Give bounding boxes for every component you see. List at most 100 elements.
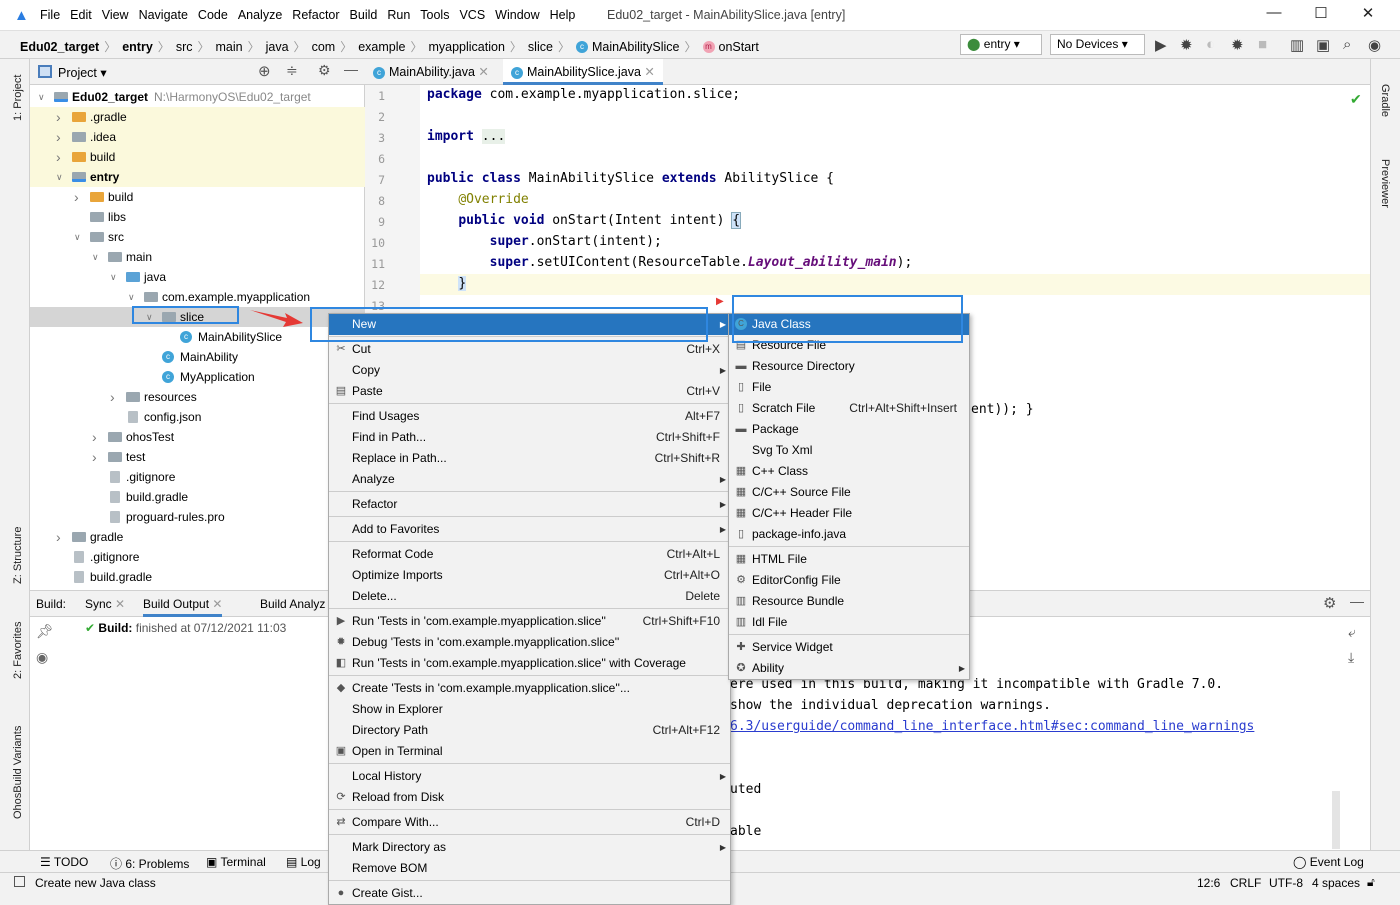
menu-view[interactable]: View: [102, 8, 129, 22]
menu-item-create-tests-in-com-example-myapplication-slice[interactable]: ◆ Create 'Tests in 'com.example.myapplica…: [329, 678, 730, 699]
minimize-button[interactable]: —: [1262, 4, 1286, 26]
menu-item-c-c-source-file[interactable]: ▦ C/C++ Source File: [729, 482, 969, 503]
tree-item[interactable]: .gitignore: [30, 547, 365, 567]
breadcrumb-item[interactable]: main: [216, 40, 243, 54]
chevron-down-icon[interactable]: ∨: [56, 167, 63, 187]
breadcrumb-item[interactable]: myapplication: [428, 40, 504, 54]
tool-tab-project[interactable]: 1: Project: [12, 75, 24, 121]
menu-analyze[interactable]: Analyze: [238, 8, 282, 22]
toggle-tool-windows-icon[interactable]: [14, 876, 25, 887]
sdk-manager-icon[interactable]: ▥: [1290, 36, 1304, 54]
menu-run[interactable]: Run: [387, 8, 410, 22]
menu-refactor[interactable]: Refactor: [292, 8, 339, 22]
run-icon[interactable]: ▶: [1155, 36, 1167, 54]
stop-icon[interactable]: ■: [1258, 36, 1267, 53]
profile-icon[interactable]: ◐: [1206, 36, 1215, 53]
breadcrumb-item[interactable]: entry: [122, 40, 153, 54]
scroll-to-end-icon[interactable]: ⤓: [1348, 649, 1354, 666]
event-log-button[interactable]: ◯ Event Log: [1293, 855, 1364, 869]
chevron-down-icon[interactable]: ∨: [110, 267, 117, 287]
breadcrumb-item[interactable]: c MainAbilitySlice: [575, 40, 679, 54]
breadcrumb-item[interactable]: m onStart: [702, 40, 759, 54]
chevron-right-icon[interactable]: ›: [56, 527, 61, 547]
code-line[interactable]: super.onStart(intent);: [427, 234, 662, 249]
hide-panel-icon[interactable]: —: [1350, 593, 1364, 609]
menu-item-resource-directory[interactable]: ▬ Resource Directory: [729, 356, 969, 377]
menu-item-c-class[interactable]: ▦ C++ Class: [729, 461, 969, 482]
menu-item-compare-with[interactable]: ⇄ Compare With... Ctrl+D: [329, 812, 730, 833]
line-separator[interactable]: CRLF: [1230, 876, 1261, 890]
caret-position[interactable]: 12:6: [1197, 876, 1220, 890]
chevron-right-icon[interactable]: ›: [56, 147, 61, 167]
menu-item-show-in-explorer[interactable]: Show in Explorer: [329, 699, 730, 720]
menu-item-directory-path[interactable]: Directory Path Ctrl+Alt+F12: [329, 720, 730, 741]
chevron-right-icon[interactable]: ›: [56, 107, 61, 127]
lock-icon[interactable]: 🔓︎: [1367, 875, 1375, 890]
code-line[interactable]: public void onStart(Intent intent) {: [427, 212, 742, 229]
scrollbar[interactable]: [1332, 791, 1340, 849]
tool-tab-log[interactable]: ▤ Log: [286, 855, 321, 869]
tree-item[interactable]: › build: [30, 147, 365, 167]
menu-navigate[interactable]: Navigate: [139, 8, 188, 22]
code-line[interactable]: public class MainAbilitySlice extends Ab…: [427, 171, 834, 186]
tree-item[interactable]: .gitignore: [30, 467, 365, 487]
menu-item-package[interactable]: ▬ Package: [729, 419, 969, 440]
account-icon[interactable]: ◉: [1368, 36, 1381, 54]
tool-tab-problems[interactable]: ⓘ 6: Problems: [110, 855, 189, 872]
close-tab-icon[interactable]: ✕: [478, 65, 488, 79]
gear-icon[interactable]: ⚙: [1323, 594, 1336, 612]
search-icon[interactable]: ⌕: [1343, 36, 1351, 53]
tree-item[interactable]: › resources: [30, 387, 365, 407]
attach-debugger-icon[interactable]: ✹: [1231, 36, 1244, 54]
tree-item[interactable]: › test: [30, 447, 365, 467]
menu-code[interactable]: Code: [198, 8, 228, 22]
menu-item-analyze[interactable]: Analyze ▶: [329, 469, 730, 490]
code-line[interactable]: }: [427, 276, 467, 291]
menu-item-add-to-favorites[interactable]: Add to Favorites ▶: [329, 519, 730, 540]
breadcrumb-item[interactable]: com: [312, 40, 336, 54]
menu-item-service-widget[interactable]: ✚ Service Widget: [729, 637, 969, 658]
menu-item-resource-bundle[interactable]: ▥ Resource Bundle: [729, 591, 969, 612]
tree-item[interactable]: config.json: [30, 407, 365, 427]
menu-item-run-tests-in-com-example-myapplication-slice-with-coverage[interactable]: ◧ Run 'Tests in 'com.example.myapplicatio…: [329, 653, 730, 674]
chevron-down-icon[interactable]: ∨: [74, 227, 81, 247]
device-dropdown[interactable]: No Devices ▾: [1050, 34, 1145, 55]
eye-icon[interactable]: ◉: [36, 649, 48, 666]
menu-item-reload-from-disk[interactable]: ⟳ Reload from Disk: [329, 787, 730, 808]
menu-item-find-usages[interactable]: Find Usages Alt+F7: [329, 406, 730, 427]
tree-item[interactable]: › build: [30, 187, 365, 207]
close-button[interactable]: ✕: [1356, 4, 1380, 26]
tree-item[interactable]: ∨ src: [30, 227, 365, 247]
menu-item-find-in-path[interactable]: Find in Path... Ctrl+Shift+F: [329, 427, 730, 448]
menu-item-refactor[interactable]: Refactor ▶: [329, 494, 730, 515]
tree-item[interactable]: libs: [30, 207, 365, 227]
tree-item[interactable]: ∨ entry: [30, 167, 365, 187]
tree-item[interactable]: › ohosTest: [30, 427, 365, 447]
hide-panel-icon[interactable]: —: [344, 61, 358, 77]
tree-item[interactable]: build.gradle: [30, 567, 365, 587]
tree-item[interactable]: › gradle: [30, 527, 365, 547]
build-tab-sync[interactable]: Sync ✕: [85, 597, 125, 611]
menu-item-paste[interactable]: ▤ Paste Ctrl+V: [329, 381, 730, 402]
tree-item[interactable]: › .gradle: [30, 107, 365, 127]
tree-item[interactable]: › .idea: [30, 127, 365, 147]
chevron-right-icon[interactable]: ›: [92, 427, 97, 447]
indent-setting[interactable]: 4 spaces: [1312, 876, 1360, 890]
menu-item-local-history[interactable]: Local History ▶: [329, 766, 730, 787]
build-status[interactable]: ✔ Build: finished at 07/12/2021 11:03: [85, 621, 286, 635]
run-config-dropdown[interactable]: ⬤ entry ▾: [960, 34, 1042, 55]
menu-item-remove-bom[interactable]: Remove BOM: [329, 858, 730, 879]
project-view-dropdown[interactable]: Project ▾: [58, 65, 107, 80]
menu-item-editorconfig-file[interactable]: ⚙ EditorConfig File: [729, 570, 969, 591]
menu-help[interactable]: Help: [550, 8, 576, 22]
tab-mainabilityslice[interactable]: c MainAbilitySlice.java ✕: [503, 59, 663, 85]
tool-tab-structure[interactable]: Z: Structure: [12, 527, 24, 584]
breadcrumb-item[interactable]: src: [176, 40, 193, 54]
menu-item-create-gist[interactable]: ● Create Gist...: [329, 883, 730, 904]
chevron-right-icon[interactable]: ›: [92, 447, 97, 467]
chevron-right-icon[interactable]: ›: [110, 387, 115, 407]
debug-icon[interactable]: ✹: [1180, 36, 1193, 54]
menu-item-debug-tests-in-com-example-myapplication-slice[interactable]: ✹ Debug 'Tests in 'com.example.myapplicat…: [329, 632, 730, 653]
file-encoding[interactable]: UTF-8: [1269, 876, 1303, 890]
build-tab-analyzer[interactable]: Build Analyz: [260, 597, 325, 611]
